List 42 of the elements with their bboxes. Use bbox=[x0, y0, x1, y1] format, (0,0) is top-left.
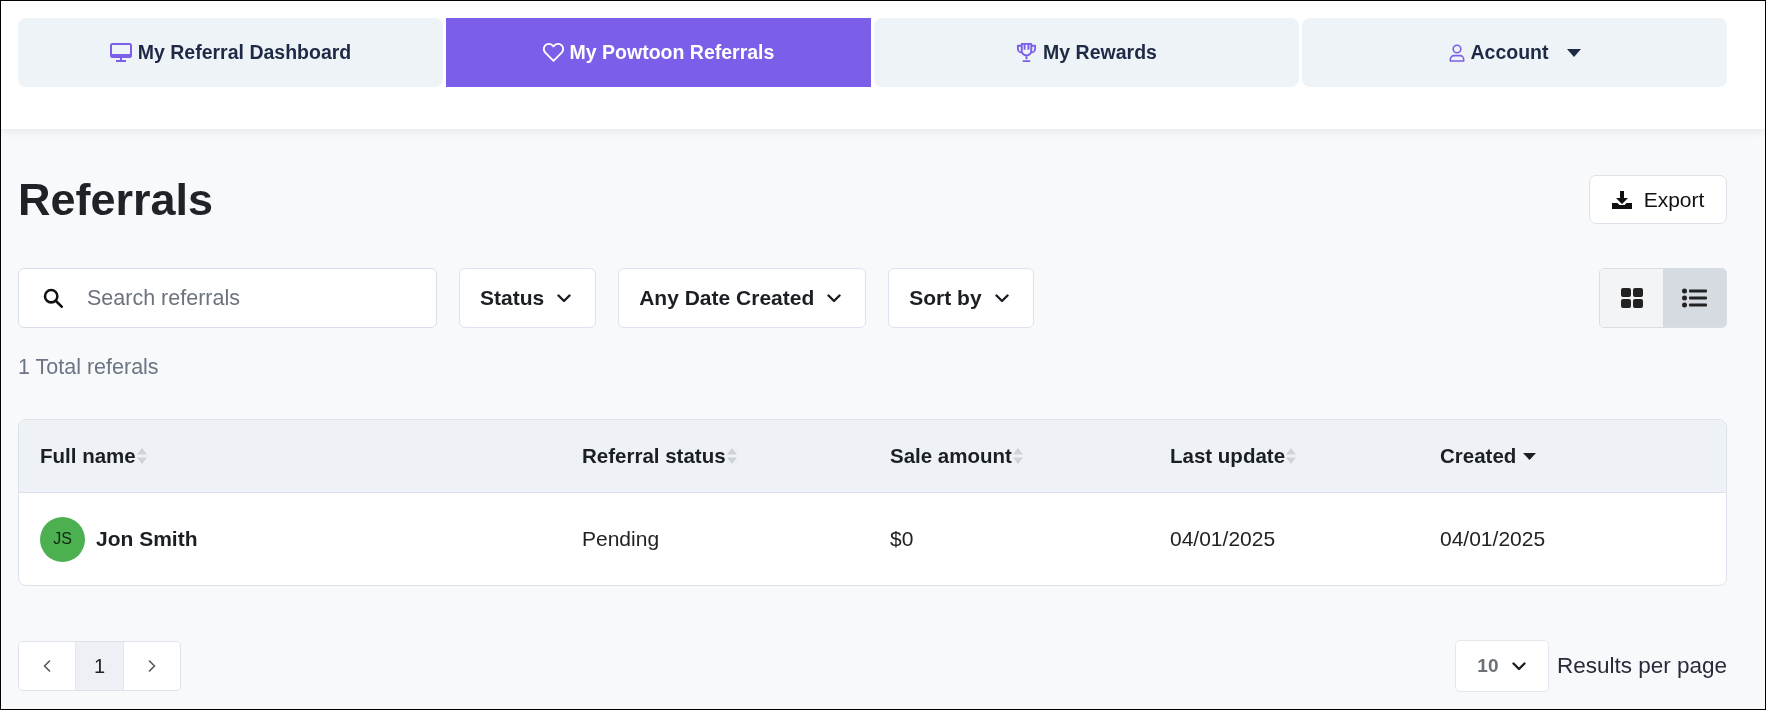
export-button[interactable]: Export bbox=[1589, 175, 1727, 224]
chevron-down-icon bbox=[1512, 661, 1527, 671]
filter-dropdown[interactable]: Any Date Created bbox=[618, 268, 867, 328]
nav-tab[interactable]: My Rewards bbox=[874, 18, 1299, 87]
search-icon bbox=[43, 288, 63, 308]
chevron-right-icon bbox=[148, 660, 156, 672]
chevron-down-icon bbox=[994, 293, 1009, 303]
nav-tab[interactable]: Account bbox=[1302, 18, 1727, 87]
column-header[interactable]: Full name bbox=[40, 444, 147, 468]
filter-dropdown[interactable]: Status bbox=[459, 268, 597, 328]
full-name: Jon Smith bbox=[96, 527, 198, 551]
chevron-down-icon bbox=[827, 293, 842, 303]
page-button[interactable]: 1 bbox=[75, 642, 124, 690]
grid-view-button[interactable] bbox=[1600, 269, 1663, 327]
column-header[interactable]: Created bbox=[1440, 444, 1537, 468]
list-view-button[interactable] bbox=[1663, 269, 1726, 327]
list-icon bbox=[1682, 288, 1707, 308]
column-header[interactable]: Referral status bbox=[582, 444, 737, 468]
download-icon bbox=[1611, 190, 1632, 209]
nav-tab[interactable]: My Referral Dashboard bbox=[18, 18, 443, 87]
per-page-select[interactable]: 10 bbox=[1454, 640, 1549, 692]
avatar: JS bbox=[40, 516, 85, 562]
filter-dropdown[interactable]: Sort by bbox=[888, 268, 1034, 328]
column-header[interactable]: Last update bbox=[1170, 444, 1297, 468]
column-header[interactable]: Sale amount bbox=[890, 444, 1023, 468]
trophy-icon bbox=[1016, 42, 1038, 63]
search-field[interactable]: Search referrals bbox=[18, 268, 437, 328]
table-cell-text: Pending bbox=[582, 527, 661, 551]
table-cell-text: 04/01/2025 bbox=[1170, 527, 1277, 551]
chevron-down-icon bbox=[557, 293, 572, 303]
total-count: 1 Total referals bbox=[18, 355, 160, 379]
nav-tab[interactable]: My Powtoon Referrals bbox=[446, 18, 871, 87]
heart-icon bbox=[542, 43, 564, 62]
user-icon bbox=[1448, 43, 1465, 62]
grid-icon bbox=[1620, 288, 1643, 308]
monitor-icon bbox=[109, 43, 132, 62]
per-page-label: Results per page bbox=[1556, 653, 1727, 679]
table-cell-text: 04/01/2025 bbox=[1440, 527, 1547, 551]
table-cell-text: $0 bbox=[890, 527, 915, 551]
caret-down-icon bbox=[1566, 48, 1581, 57]
chevron-left-icon bbox=[43, 660, 51, 672]
page-title: Referrals bbox=[18, 175, 214, 224]
